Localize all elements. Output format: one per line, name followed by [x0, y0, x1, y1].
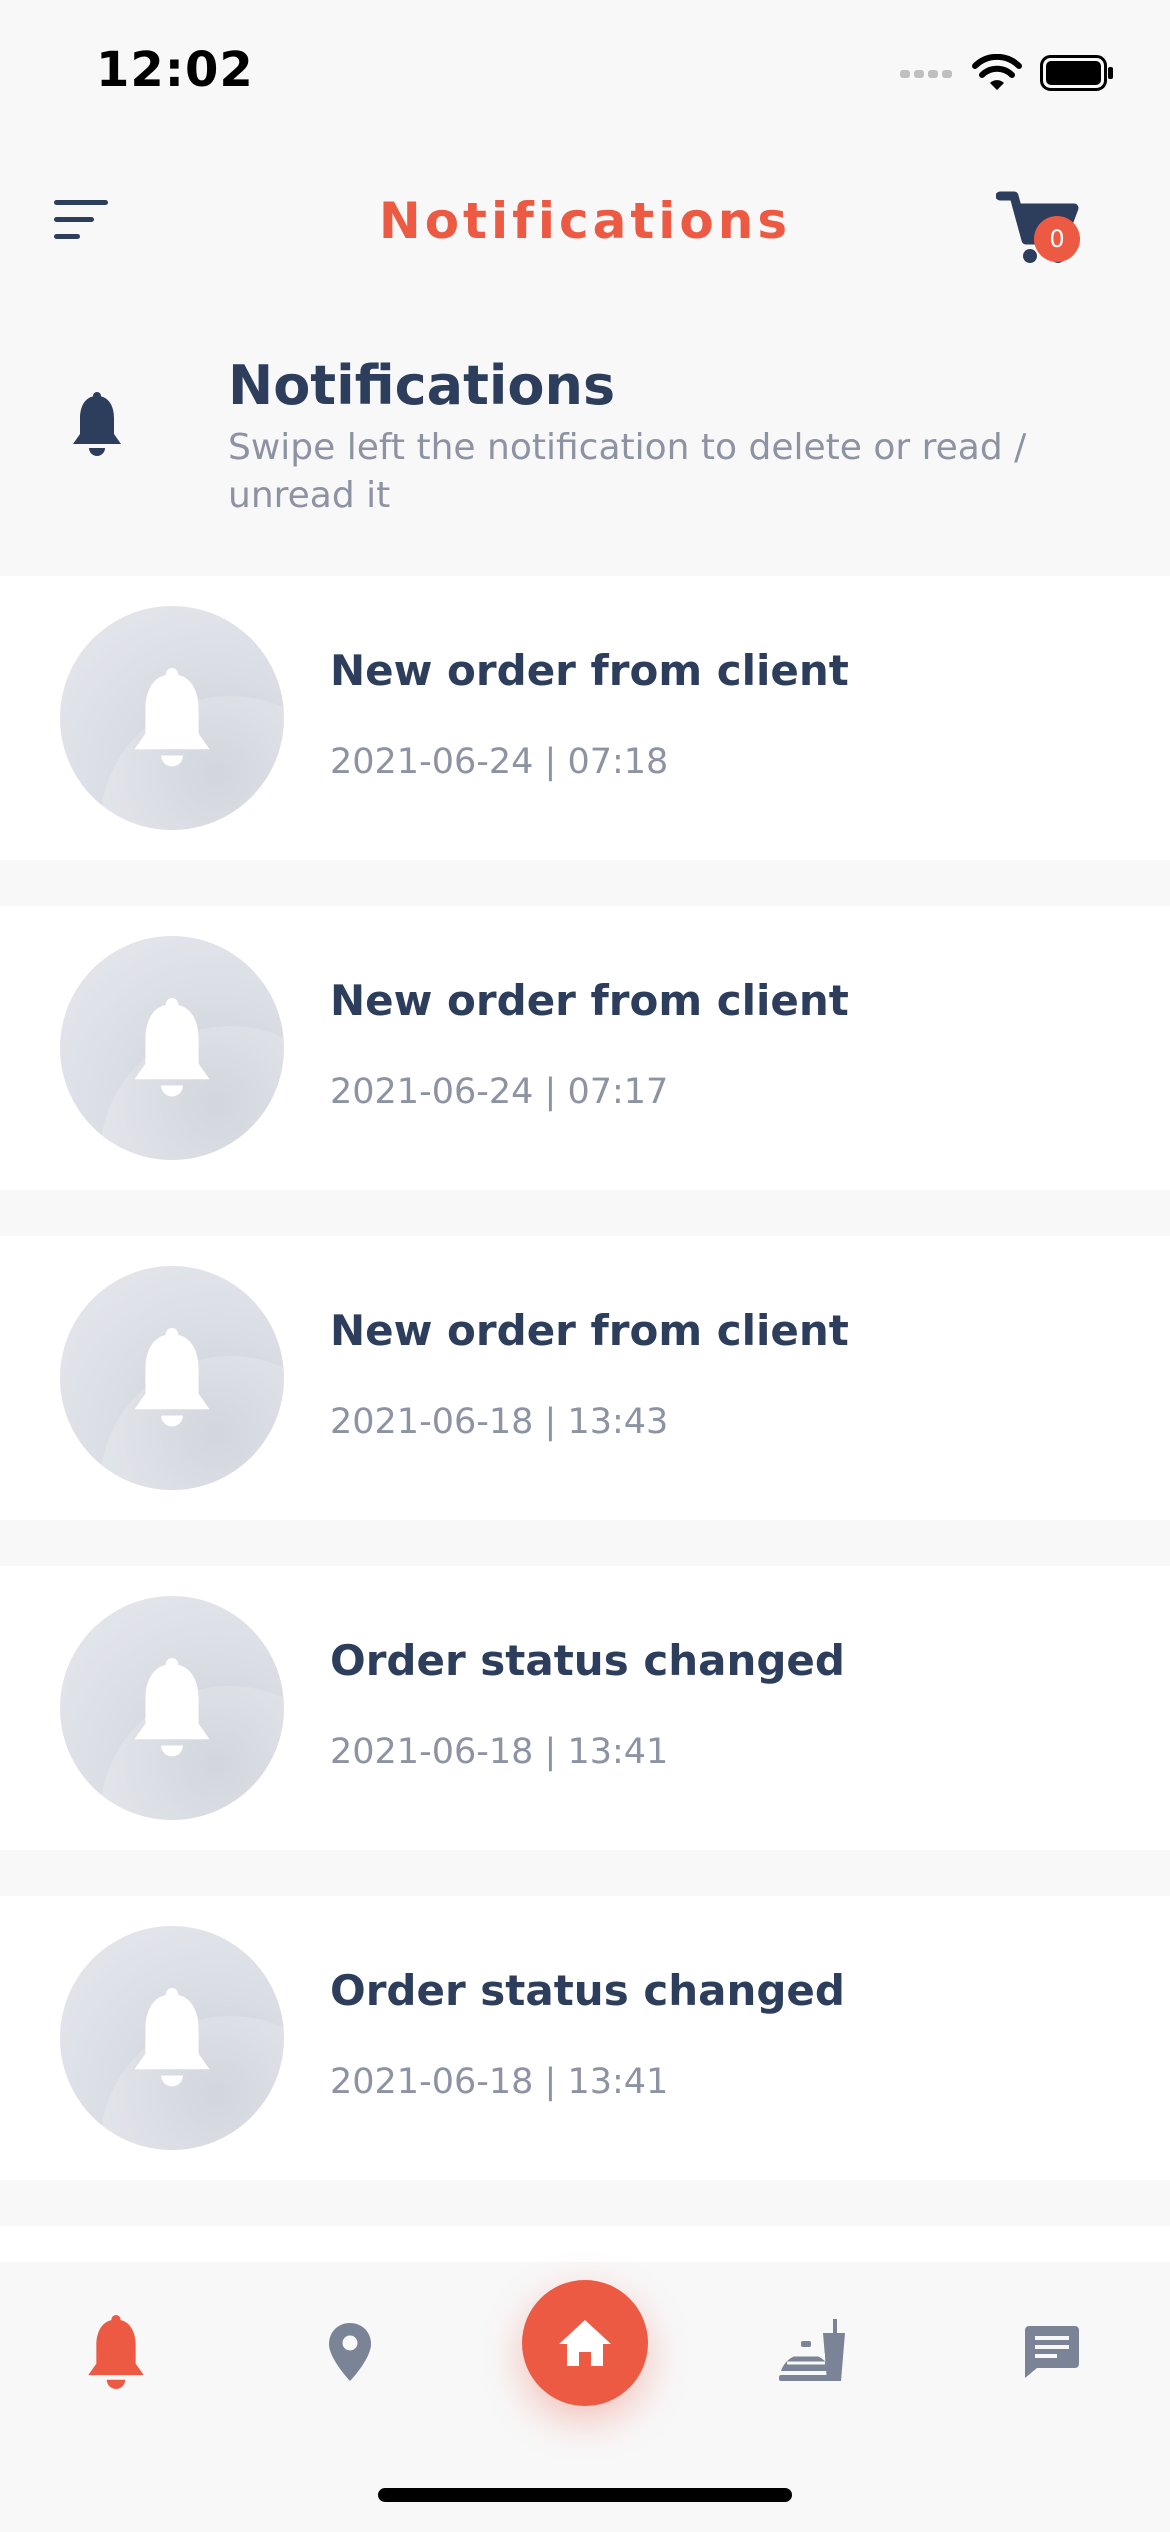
notification-title: New order from client — [330, 1306, 849, 1355]
notification-item-partial[interactable] — [0, 2226, 1170, 2266]
cart-badge: 0 — [1034, 216, 1080, 262]
status-icons — [900, 54, 1114, 92]
home-indicator — [378, 2488, 792, 2502]
bell-icon — [134, 1658, 210, 1757]
bell-icon — [73, 392, 121, 456]
notification-item[interactable]: New order from client 2021-06-24 | 07:17 — [0, 906, 1170, 1190]
section-subtitle: Swipe left the notification to delete or… — [228, 427, 1027, 516]
notification-time: 2021-06-24 | 07:18 — [330, 742, 669, 782]
signal-icon — [900, 70, 952, 78]
notification-avatar — [60, 936, 284, 1160]
notification-time: 2021-06-18 | 13:41 — [330, 1732, 669, 1772]
notification-item[interactable]: New order from client 2021-06-24 | 07:18 — [0, 576, 1170, 860]
status-time: 12:02 — [96, 42, 254, 98]
wifi-icon — [972, 54, 1022, 90]
section-title: Notifications — [228, 354, 616, 417]
top-bar: Notifications — [0, 140, 1170, 300]
notification-item[interactable]: Order status changed 2021-06-18 | 13:41 — [0, 1566, 1170, 1850]
bell-icon — [134, 668, 210, 767]
nav-notifications[interactable] — [74, 2310, 158, 2394]
notification-item[interactable]: Order status changed 2021-06-18 | 13:41 — [0, 1896, 1170, 2180]
section-header: Notifications Swipe left the notificatio… — [0, 340, 1170, 540]
notification-time: 2021-06-24 | 07:17 — [330, 1072, 669, 1112]
nav-map[interactable] — [308, 2310, 392, 2394]
notification-avatar — [60, 606, 284, 830]
nav-food[interactable] — [772, 2310, 856, 2394]
status-bar: 12:02 — [0, 0, 1170, 140]
battery-icon — [1040, 55, 1113, 91]
home-button[interactable] — [522, 2280, 648, 2406]
home-icon — [559, 2320, 611, 2366]
notification-title: Order status changed — [330, 1966, 845, 2015]
notification-time: 2021-06-18 | 13:43 — [330, 1402, 669, 1442]
notification-avatar — [60, 1926, 284, 2150]
notification-title: New order from client — [330, 976, 849, 1025]
notification-item[interactable]: New order from client 2021-06-18 | 13:43 — [0, 1236, 1170, 1520]
chat-icon — [1025, 2326, 1079, 2378]
notification-avatar — [60, 1266, 284, 1490]
notification-title: New order from client — [330, 646, 849, 695]
bell-icon — [134, 998, 210, 1097]
notification-title: Order status changed — [330, 1636, 845, 1685]
nav-messages[interactable] — [1010, 2310, 1094, 2394]
notification-time: 2021-06-18 | 13:41 — [330, 2062, 669, 2102]
food-icon — [779, 2319, 845, 2381]
bell-icon — [134, 1328, 210, 1427]
location-pin-icon — [329, 2323, 371, 2381]
notification-avatar — [60, 1596, 284, 1820]
bell-icon — [88, 2315, 144, 2389]
page-title: Notifications — [378, 192, 792, 250]
bell-icon — [134, 1988, 210, 2087]
